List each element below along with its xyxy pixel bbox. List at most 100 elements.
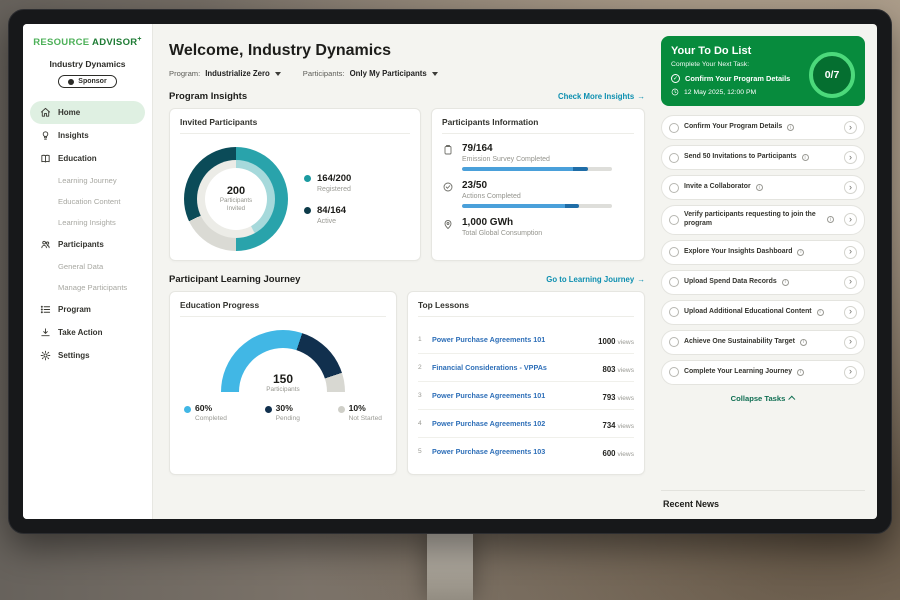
program-dropdown[interactable]: Industrialize Zero <box>205 69 281 78</box>
checkbox-icon[interactable] <box>669 367 679 377</box>
task-label: Upload Additional Educational Content <box>684 308 812 317</box>
lesson-row: 4 Power Purchase Agreements 102 734views <box>418 410 634 438</box>
checkbox-icon[interactable] <box>669 307 679 317</box>
invited-participants-card: Invited Participants 200 Participants In… <box>169 108 421 261</box>
lesson-link[interactable]: Power Purchase Agreements 102 <box>432 419 596 428</box>
sidebar-item-learning-insights[interactable]: Learning Insights <box>30 212 145 233</box>
chevron-right-icon[interactable] <box>844 366 857 379</box>
info-icon <box>782 279 789 286</box>
task-label: Send 50 Invitations to Participants <box>684 153 797 162</box>
sidebar-item-take-action[interactable]: Take Action <box>30 321 145 344</box>
chevron-up-icon <box>789 396 796 403</box>
insights-cards-row: Invited Participants 200 Participants In… <box>169 108 645 261</box>
lesson-link[interactable]: Power Purchase Agreements 103 <box>432 447 596 456</box>
participants-dropdown-value: Only My Participants <box>350 69 427 78</box>
dashboard-screen: RESOURCE ADVISOR+ Industry Dynamics Spon… <box>23 24 877 519</box>
chevron-right-icon[interactable] <box>844 306 857 319</box>
chevron-down-icon <box>275 72 281 76</box>
sidebar-item-label: Home <box>58 108 80 117</box>
lesson-views: 734views <box>602 415 634 433</box>
lesson-link[interactable]: Financial Considerations - VPPAs <box>432 363 596 372</box>
sidebar-item-education[interactable]: Education <box>30 147 145 170</box>
sponsor-badge[interactable]: Sponsor <box>58 75 116 88</box>
chevron-right-icon[interactable] <box>844 121 857 134</box>
logo-advisor: ADVISOR <box>92 37 137 48</box>
collapse-tasks-button[interactable]: Collapse Tasks <box>661 394 865 403</box>
chevron-right-icon[interactable] <box>844 213 857 226</box>
monitor-bezel: RESOURCE ADVISOR+ Industry Dynamics Spon… <box>8 9 892 534</box>
sidebar-item-home[interactable]: Home <box>30 101 145 124</box>
todo-task-complete-learning-journey[interactable]: Complete Your Learning Journey <box>661 360 865 385</box>
todo-task-explore-insights[interactable]: Explore Your Insights Dashboard <box>661 240 865 265</box>
todo-task-achieve-target[interactable]: Achieve One Sustainability Target <box>661 330 865 355</box>
chevron-right-icon[interactable] <box>844 246 857 259</box>
todo-task-confirm-program[interactable]: Confirm Your Program Details <box>661 115 865 140</box>
checkbox-icon[interactable] <box>669 247 679 257</box>
info-icon <box>827 216 834 223</box>
chevron-right-icon[interactable] <box>844 276 857 289</box>
todo-progress-ring: 0/7 <box>809 52 855 98</box>
list-icon <box>40 304 51 315</box>
legend-value: 84/164 <box>317 205 346 216</box>
legend-label: Not Started <box>349 415 382 422</box>
progress-fill <box>462 204 579 208</box>
participants-information-card: Participants Information 79/164 Emission… <box>431 108 645 261</box>
info-icon <box>797 249 804 256</box>
sidebar-item-manage-participants[interactable]: Manage Participants <box>30 277 145 298</box>
gauge-legend: 60% Completed 30% Pending 10% Not Starte… <box>180 393 386 422</box>
clock-icon <box>671 88 679 96</box>
todo-task-upload-spend-data[interactable]: Upload Spend Data Records <box>661 270 865 295</box>
sidebar-item-settings[interactable]: Settings <box>30 344 145 367</box>
chevron-right-icon[interactable] <box>844 181 857 194</box>
todo-summary-card: Your To Do List Complete Your Next Task:… <box>661 36 865 106</box>
todo-task-send-invitations[interactable]: Send 50 Invitations to Participants <box>661 145 865 170</box>
chevron-right-icon[interactable] <box>844 151 857 164</box>
legend-dot-navy <box>265 406 272 413</box>
checkbox-icon[interactable] <box>669 215 679 225</box>
legend-value: 10% <box>349 403 366 413</box>
journey-cards-row: Education Progress 150 Participants <box>169 291 645 475</box>
todo-due-label: 12 May 2025, 12:00 PM <box>684 89 756 96</box>
sidebar-item-education-content[interactable]: Education Content <box>30 191 145 212</box>
participants-dropdown[interactable]: Only My Participants <box>350 69 438 78</box>
legend-item-active: 84/164 Active <box>304 205 351 225</box>
program-filter-label: Program: <box>169 69 200 78</box>
check-more-insights-link[interactable]: Check More Insights→ <box>558 92 645 101</box>
sidebar-item-general-data[interactable]: General Data <box>30 256 145 277</box>
checkbox-icon[interactable] <box>669 337 679 347</box>
lesson-link[interactable]: Power Purchase Agreements 101 <box>432 335 592 344</box>
chevron-right-icon[interactable] <box>844 336 857 349</box>
checkbox-icon[interactable] <box>669 277 679 287</box>
sidebar-item-learning-journey[interactable]: Learning Journey <box>30 170 145 191</box>
todo-task-list: Confirm Your Program Details Send 50 Inv… <box>661 115 865 385</box>
lesson-row: 3 Power Purchase Agreements 101 793views <box>418 382 634 410</box>
task-label: Achieve One Sustainability Target <box>684 338 795 347</box>
go-to-learning-journey-link[interactable]: Go to Learning Journey→ <box>546 275 645 284</box>
lesson-link[interactable]: Power Purchase Agreements 101 <box>432 391 596 400</box>
info-value: 79/164 <box>462 143 612 154</box>
legend-label: Active <box>317 218 346 225</box>
todo-task-upload-educational-content[interactable]: Upload Additional Educational Content <box>661 300 865 325</box>
progress-bar <box>462 204 612 208</box>
legend-label: Completed <box>195 415 227 422</box>
legend-value: 30% <box>276 403 293 413</box>
sidebar-item-label: Insights <box>58 131 89 140</box>
logo-plus: + <box>137 36 141 43</box>
checkbox-icon[interactable] <box>669 123 679 133</box>
sidebar-item-participants[interactable]: Participants <box>30 233 145 256</box>
legend-dot-dark <box>304 207 311 214</box>
legend-label: Registered <box>317 186 351 193</box>
checkbox-icon[interactable] <box>669 183 679 193</box>
sidebar-item-insights[interactable]: Insights <box>30 124 145 147</box>
checkbox-icon[interactable] <box>669 153 679 163</box>
info-icon <box>802 154 809 161</box>
info-label: Actions Completed <box>462 193 612 200</box>
lesson-rank: 1 <box>418 336 426 343</box>
todo-task-verify-participants[interactable]: Verify participants requesting to join t… <box>661 205 865 235</box>
chevron-down-icon <box>432 72 438 76</box>
todo-task-invite-collaborator[interactable]: Invite a Collaborator <box>661 175 865 200</box>
lesson-views: 600views <box>602 443 634 461</box>
task-label: Invite a Collaborator <box>684 183 751 192</box>
org-name: Industry Dynamics <box>30 59 145 69</box>
sidebar-item-program[interactable]: Program <box>30 298 145 321</box>
